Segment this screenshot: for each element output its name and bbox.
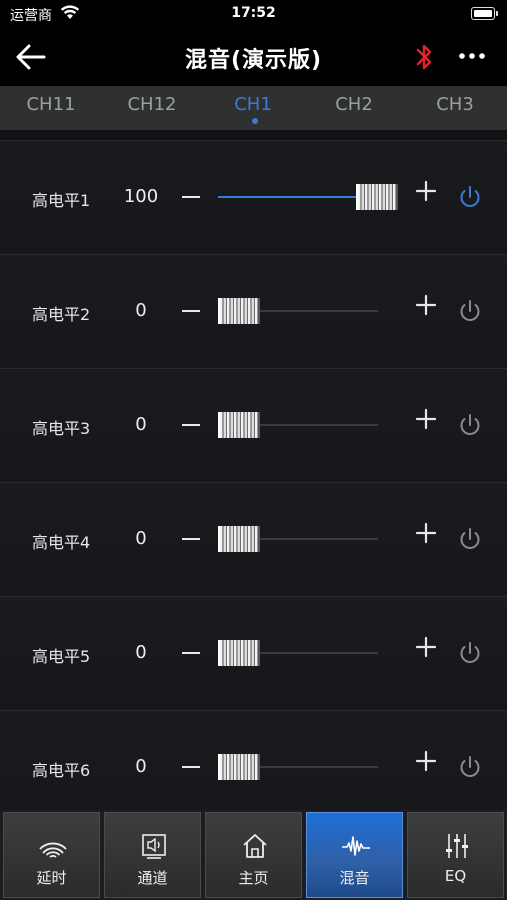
more-icon[interactable] (458, 46, 486, 66)
mix-row-value: 100 (123, 186, 159, 207)
mix-row: 高电平3 0 (0, 368, 507, 483)
mix-row-value: 0 (135, 642, 147, 663)
bottom-tab-label: 延时 (36, 869, 67, 887)
mix-row: 高电平2 0 (0, 254, 507, 369)
status-bar: 运营商 17:52 (0, 0, 507, 28)
bottom-tab-delay[interactable]: 延时 (3, 812, 100, 898)
mix-row: 高电平6 0 (0, 710, 507, 825)
mix-row: 高电平1 100 (0, 140, 507, 255)
power-icon[interactable] (456, 753, 484, 781)
bluetooth-icon[interactable] (412, 42, 436, 72)
mix-row: 高电平4 0 (0, 482, 507, 597)
mix-row-label: 高电平1 (32, 191, 91, 210)
power-icon[interactable] (456, 411, 484, 439)
battery-icon (471, 7, 498, 20)
level-slider-handle[interactable] (356, 184, 398, 210)
power-icon[interactable] (456, 297, 484, 325)
signal-waves-icon (39, 842, 67, 858)
level-slider[interactable] (218, 184, 398, 210)
eq-sliders-icon (446, 834, 468, 858)
home-icon (243, 834, 267, 858)
increase-button[interactable] (414, 407, 438, 431)
minus-icon (182, 538, 200, 540)
bottom-tab-label: 混音 (339, 869, 370, 887)
bottom-tab-eq[interactable]: EQ (407, 812, 504, 898)
bottom-tab-label: 通道 (137, 869, 168, 887)
mix-row-label: 高电平5 (32, 647, 91, 666)
level-slider-handle[interactable] (218, 640, 260, 666)
level-slider-handle[interactable] (218, 526, 260, 552)
bottom-tab-label: 主页 (238, 869, 269, 887)
minus-icon (182, 310, 200, 312)
bottom-tab-mix[interactable]: 混音 (306, 812, 403, 898)
minus-icon (182, 766, 200, 768)
waveform-icon (342, 836, 370, 856)
bottom-tab-home[interactable]: 主页 (205, 812, 302, 898)
mix-row-label: 高电平3 (32, 419, 91, 438)
channel-tabs: CH11 CH12 CH1 CH2 CH3 (0, 86, 507, 130)
tab-ch1[interactable]: CH1 (208, 94, 298, 115)
mix-row-label: 高电平4 (32, 533, 91, 552)
mix-list[interactable]: 高电平1 100 高电平2 0 高电平3 0 高电平4 0 高电平5 0 高电平6 0 (0, 140, 507, 825)
tab-ch12[interactable]: CH12 (107, 94, 197, 115)
level-slider[interactable] (218, 754, 378, 780)
bottom-tab-channel[interactable]: 通道 (104, 812, 201, 898)
level-slider[interactable] (218, 412, 378, 438)
mix-row-value: 0 (135, 414, 147, 435)
increase-button[interactable] (414, 635, 438, 659)
level-slider[interactable] (218, 526, 378, 552)
tab-ch3[interactable]: CH3 (410, 94, 500, 115)
minus-icon (182, 424, 200, 426)
mix-row-label: 高电平6 (32, 761, 91, 780)
mix-row-label: 高电平2 (32, 305, 91, 324)
minus-icon (182, 196, 200, 198)
tab-ch11[interactable]: CH11 (6, 94, 96, 115)
speaker-icon (142, 834, 166, 859)
mix-row: 高电平5 0 (0, 596, 507, 711)
increase-button[interactable] (414, 749, 438, 773)
power-icon[interactable] (456, 183, 484, 211)
status-time: 17:52 (231, 5, 276, 21)
nav-bar: 混音(演示版) (0, 28, 507, 86)
power-icon[interactable] (456, 525, 484, 553)
level-slider-handle[interactable] (218, 412, 260, 438)
increase-button[interactable] (414, 521, 438, 545)
tab-ch2[interactable]: CH2 (309, 94, 399, 115)
increase-button[interactable] (414, 293, 438, 317)
mix-row-value: 0 (135, 528, 147, 549)
level-slider-handle[interactable] (218, 298, 260, 324)
bottom-tab-bar: 延时 通道 主页 混音 EQ (0, 810, 507, 900)
level-slider[interactable] (218, 298, 378, 324)
level-slider-handle[interactable] (218, 754, 260, 780)
increase-button[interactable] (414, 179, 438, 203)
level-slider-fill (218, 196, 358, 198)
mix-row-value: 0 (135, 300, 147, 321)
power-icon[interactable] (456, 639, 484, 667)
level-slider[interactable] (218, 640, 378, 666)
minus-icon (182, 652, 200, 654)
mix-row-value: 0 (135, 756, 147, 777)
bottom-tab-label: EQ (444, 867, 467, 885)
active-tab-indicator (252, 118, 258, 124)
